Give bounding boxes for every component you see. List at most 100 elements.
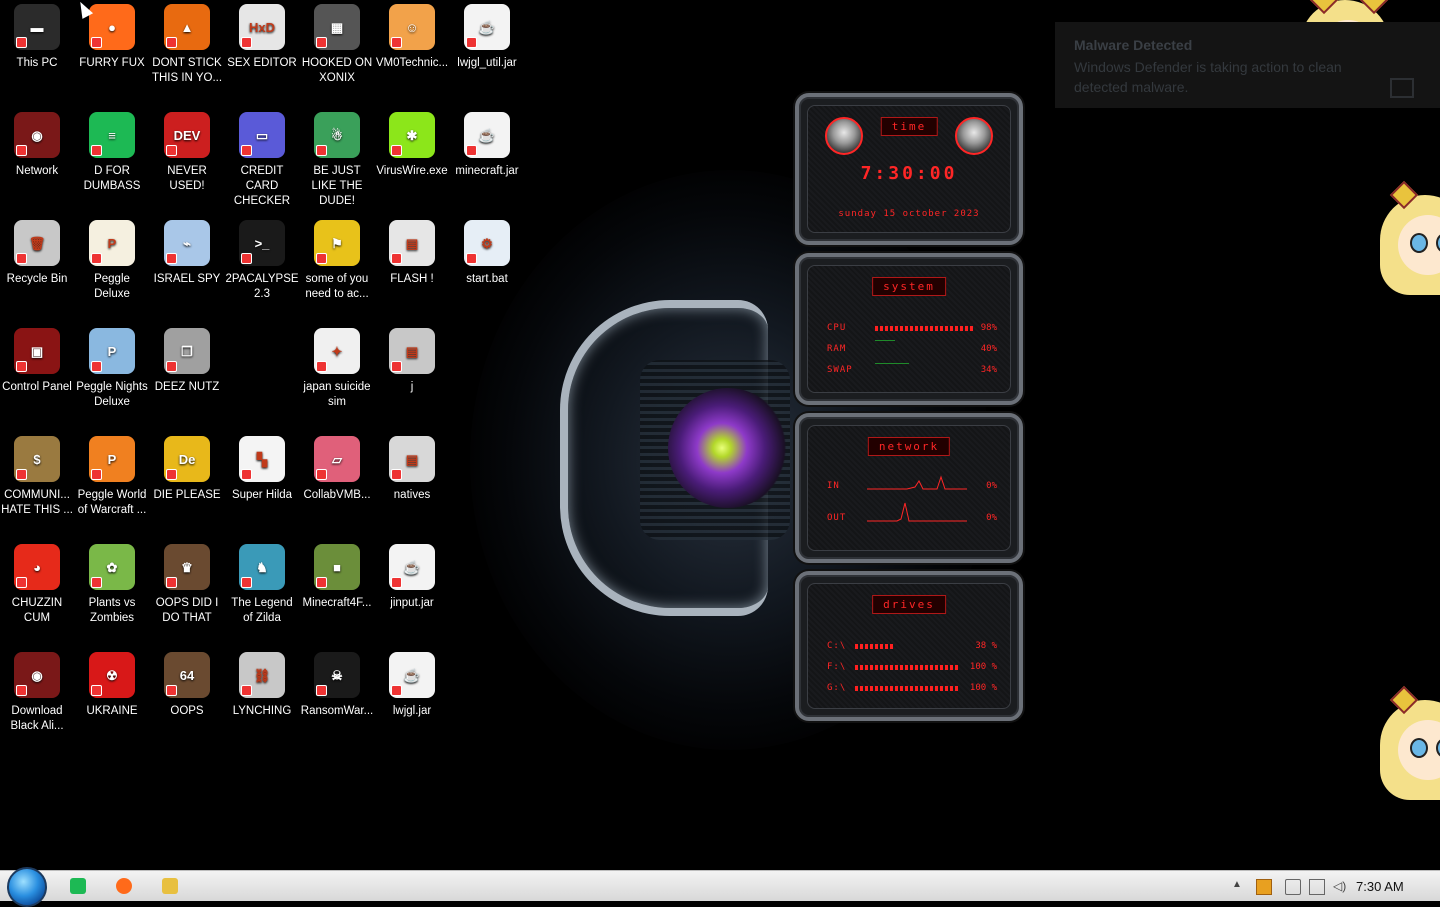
shortcut-arrow-icon: [391, 37, 402, 48]
desktop-icon-label: lwjgl.jar: [392, 705, 432, 717]
desktop-icon[interactable]: DEV NEVER USED!: [150, 112, 224, 194]
desktop-icon[interactable]: ❐ DEEZ NUTZ: [150, 328, 224, 395]
desktop-icon-label: Recycle Bin: [6, 273, 68, 285]
technician-icon: ☺: [389, 4, 435, 50]
java-jar-icon: ☕: [464, 112, 510, 158]
dog-meme-icon: ⚑: [314, 220, 360, 266]
shortcut-arrow-icon: [16, 469, 27, 480]
shortcut-arrow-icon: [166, 469, 177, 480]
desktop-icon[interactable]: P Peggle Deluxe: [75, 220, 149, 302]
java-jar-icon: ☕: [389, 652, 435, 698]
desktop-icon[interactable]: ▭ CREDIT CARD CHECKER: [225, 112, 299, 209]
spotify-taskbar-button[interactable]: [70, 878, 86, 894]
desktop-icon[interactable]: De DIE PLEASE: [150, 436, 224, 503]
desktop-icon[interactable]: ◕ CHUZZIN CUM: [0, 544, 74, 626]
network-in-value: 0%: [986, 481, 997, 491]
money-bag-icon: $: [14, 436, 60, 482]
drive-row: F:\ 100 %: [827, 662, 997, 674]
desktop-icon[interactable]: ▤ natives: [375, 436, 449, 503]
desktop-icon[interactable]: ⌁ ISRAEL SPY: [150, 220, 224, 287]
desktop-icon[interactable]: ☃ BE JUST LIKE THE DUDE!: [300, 112, 374, 209]
explorer-taskbar-button[interactable]: [162, 878, 178, 894]
desktop-icon-label: japan suicide sim: [303, 381, 371, 408]
orange-app-icon[interactable]: [1256, 879, 1272, 895]
alien-head-icon: [955, 117, 993, 155]
desktop-icon[interactable]: 64 OOPS: [150, 652, 224, 719]
desktop-icon[interactable]: ✱ VirusWire.exe: [375, 112, 449, 179]
desktop-icon[interactable]: ▱ CollabVMB...: [300, 436, 374, 503]
malware-notification[interactable]: Malware Detected Windows Defender is tak…: [1055, 22, 1440, 108]
desktop-icon[interactable]: ☕ jinput.jar: [375, 544, 449, 611]
desktop-icon[interactable]: 🗑 Recycle Bin: [0, 220, 74, 287]
desktop-icon-label: Peggle World of Warcraft ...: [77, 489, 147, 516]
desktop-icon[interactable]: ▚ Super Hilda: [225, 436, 299, 503]
shortcut-arrow-icon: [241, 685, 252, 696]
volume-icon[interactable]: ◁): [1333, 879, 1347, 893]
desktop-icon[interactable]: ♞ The Legend of Zilda: [225, 544, 299, 626]
desktop-icon[interactable]: ☕ lwjgl_util.jar: [450, 4, 524, 71]
desktop-icon-label: FLASH !: [390, 273, 434, 285]
painting-icon: ♛: [164, 544, 210, 590]
spy-network-icon: ⌁: [164, 220, 210, 266]
desktop-icon-label: start.bat: [466, 273, 508, 285]
desktop-icon[interactable]: ☺ VM0Technic...: [375, 4, 449, 71]
desktop-icon[interactable]: ▤ FLASH !: [375, 220, 449, 287]
desktop-icon[interactable]: ⛓ LYNCHING: [225, 652, 299, 719]
desktop-icon-label: natives: [393, 489, 431, 501]
desktop-icon[interactable]: ▣ Control Panel: [0, 328, 74, 395]
shortcut-arrow-icon: [91, 469, 102, 480]
shortcut-arrow-icon: [466, 253, 477, 264]
desktop-icon[interactable]: ▤ j: [375, 328, 449, 395]
chevron-up-icon[interactable]: ▲: [1232, 879, 1246, 893]
desktop-icon-label: DONT STICK THIS IN YO...: [151, 57, 223, 84]
desktop-icon[interactable]: ☢ UKRAINE: [75, 652, 149, 719]
desktop-icon[interactable]: ▦ HOOKED ON XONIX: [300, 4, 374, 86]
stacked-windows-icon: ❐: [164, 328, 210, 374]
desktop-icon-label: VM0Technic...: [375, 57, 449, 69]
desktop-icon[interactable]: ◉ Download Black Ali...: [0, 652, 74, 734]
desktop-icon[interactable]: ▬ This PC: [0, 4, 74, 71]
desktop-icon-label: NEVER USED!: [167, 165, 207, 192]
desktop-icon[interactable]: ♛ OOPS DID I DO THAT: [150, 544, 224, 626]
desktop-icon[interactable]: ✦ japan suicide sim: [300, 328, 374, 410]
desktop-icon-label: Super Hilda: [231, 489, 293, 501]
winrar-icon: ▤: [389, 436, 435, 482]
painting-64-icon: 64: [164, 652, 210, 698]
radiation-icon: ☢: [89, 652, 135, 698]
computer-icon: ▬: [14, 4, 60, 50]
drive-row-bar: [855, 665, 959, 670]
shortcut-arrow-icon: [166, 685, 177, 696]
shortcut-arrow-icon: [16, 253, 27, 264]
desktop-icon[interactable]: ≡ D FOR DUMBASS: [75, 112, 149, 194]
desktop-icon[interactable]: ◉ Network: [0, 112, 74, 179]
drive-row-label: G:\: [827, 683, 847, 693]
firefox-taskbar-button[interactable]: [116, 878, 132, 894]
desktop-icon[interactable]: HxD SEX EDITOR: [225, 4, 299, 71]
desktop-icon-label: Control Panel: [2, 381, 72, 393]
desktop-icon[interactable]: ☕ minecraft.jar: [450, 112, 524, 179]
desktop-icon[interactable]: ■ Minecraft4F...: [300, 544, 374, 611]
dev-editor-icon: De: [164, 436, 210, 482]
skull-icon: ☠: [314, 652, 360, 698]
desktop-icon[interactable]: P Peggle Nights Deluxe: [75, 328, 149, 410]
time-header: time: [880, 117, 938, 136]
taskbar: ▲ ◁) 7:30 AM: [0, 867, 1440, 907]
desktop-icon-label: This PC: [16, 57, 58, 69]
hxd-editor-icon: HxD: [239, 4, 285, 50]
desktop-icon-label: LYNCHING: [232, 705, 292, 717]
desktop-icon-label: Peggle Deluxe: [94, 273, 130, 300]
taskbar-clock[interactable]: 7:30 AM: [1356, 879, 1404, 894]
desktop-icon[interactable]: P Peggle World of Warcraft ...: [75, 436, 149, 518]
desktop-icon[interactable]: ⚙ start.bat: [450, 220, 524, 287]
desktop-icon[interactable]: >_ 2PACALYPSE 2.3: [225, 220, 299, 302]
start-orb-icon[interactable]: [7, 867, 47, 907]
desktop-icon[interactable]: ✿ Plants vs Zombies: [75, 544, 149, 626]
desktop-icon-label: DIE PLEASE: [153, 489, 221, 501]
action-center-icon[interactable]: [1285, 879, 1301, 895]
desktop-icon[interactable]: ☕ lwjgl.jar: [375, 652, 449, 719]
desktop-icon[interactable]: ⚑ some of you need to ac...: [300, 220, 374, 302]
network-tray-icon[interactable]: [1309, 879, 1325, 895]
desktop-icon[interactable]: ☠ RansomWar...: [300, 652, 374, 719]
desktop-icon[interactable]: ▲ DONT STICK THIS IN YO...: [150, 4, 224, 86]
desktop-icon[interactable]: $ COMMUNI... HATE THIS ...: [0, 436, 74, 518]
